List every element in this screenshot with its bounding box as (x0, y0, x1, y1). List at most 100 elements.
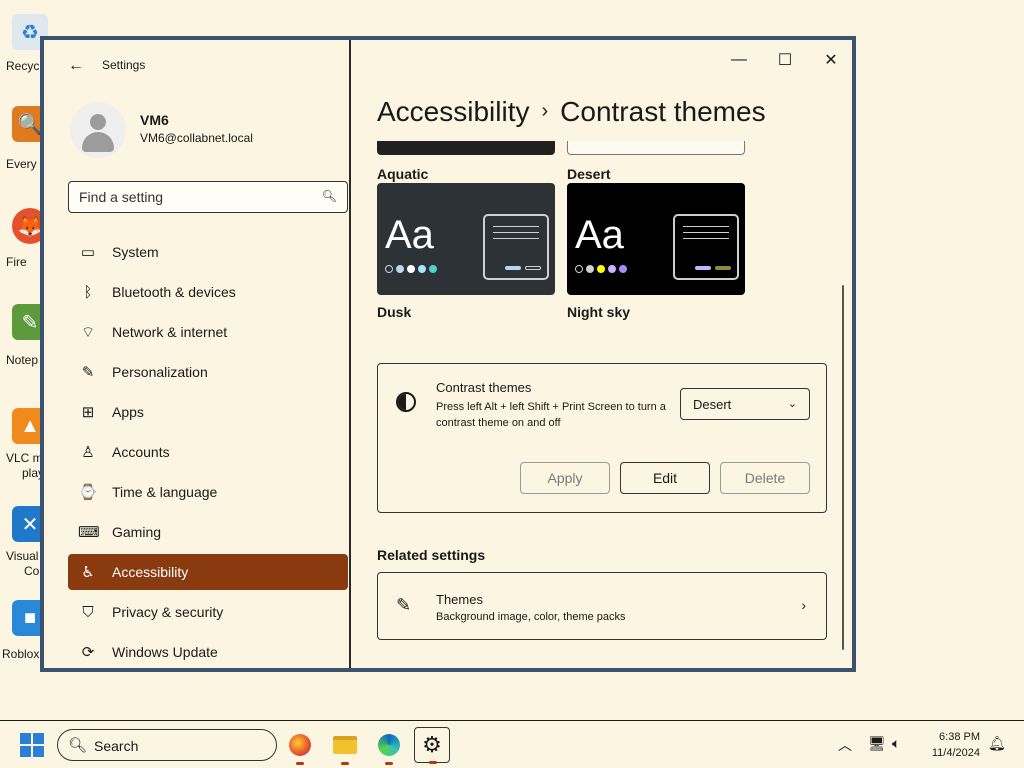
maximize-button[interactable]: ☐ (770, 48, 800, 72)
theme-preview-desert[interactable] (567, 141, 745, 155)
maximize-icon: ☐ (777, 52, 793, 69)
contrast-themes-title: Contrast themes (436, 380, 532, 395)
taskbar-settings[interactable]: ⚙ (414, 727, 450, 764)
theme-label-aquatic: Aquatic (377, 166, 429, 182)
theme-label-night-sky: Night sky (567, 304, 631, 320)
sidebar-item-label: Personalization (112, 364, 208, 380)
app-title: Settings (102, 58, 146, 72)
system-clock[interactable]: 6:38 PM 11/4/2024 (932, 729, 980, 761)
sidebar-item-apps[interactable]: ⊞ Apps (68, 394, 348, 430)
contrast-theme-selected: Desert (693, 397, 732, 412)
chevron-right-icon: › (541, 100, 549, 122)
shield-icon: ⛉ (82, 603, 94, 621)
sidebar-item-label: Privacy & security (112, 604, 224, 620)
sidebar-item-network[interactable]: ⌔ Network & internet (68, 314, 348, 350)
taskbar-firefox[interactable] (282, 727, 318, 765)
chevron-up-icon[interactable]: ︿ (838, 735, 852, 755)
theme-label-desert: Desert (567, 166, 611, 182)
sidebar-item-system[interactable]: ▭ System (68, 234, 348, 270)
related-themes-link[interactable]: ✎ Themes Background image, color, theme … (377, 572, 827, 640)
close-button[interactable]: ✕ (816, 48, 846, 72)
notification-bell-icon[interactable]: 🔔︎ (988, 735, 1006, 752)
contrast-themes-description: Press left Alt + left Shift + Print Scre… (436, 401, 666, 429)
network-icon[interactable]: 🖥︎ (868, 735, 886, 752)
update-icon: ⟳ (81, 644, 95, 661)
contrast-icon (396, 392, 416, 412)
taskbar-edge[interactable] (371, 727, 407, 765)
theme-window-preview (673, 214, 739, 280)
breadcrumb: Accessibility › Contrast themes (377, 96, 766, 128)
volume-icon[interactable]: 🔈︎ (892, 735, 900, 752)
sidebar-item-label: Gaming (112, 524, 162, 540)
sidebar-item-time-language[interactable]: ⌚ Time & language (68, 474, 348, 510)
sidebar-item-gaming[interactable]: ⌨ Gaming (68, 514, 348, 550)
sidebar-item-label: Bluetooth & devices (112, 284, 236, 300)
taskbar-search-label: Search (94, 738, 139, 754)
taskbar-search[interactable]: 🔍︎ Search (57, 729, 277, 761)
settings-search: 🔍︎ (68, 181, 348, 213)
sidebar-item-privacy-security[interactable]: ⛉ Privacy & security (68, 594, 348, 630)
taskbar-file-explorer[interactable] (327, 727, 363, 765)
theme-color-dots (385, 265, 437, 273)
theme-label-dusk: Dusk (377, 304, 412, 320)
breadcrumb-parent[interactable]: Accessibility (377, 96, 529, 127)
taskbar: 🔍︎ Search ⚙ ︿ 🖥︎ 🔈︎ 6:38 PM 11/4/2024 🔔︎ (0, 720, 1024, 768)
delete-button[interactable]: Delete (720, 462, 810, 494)
sidebar-item-personalization[interactable]: ✎ Personalization (68, 354, 348, 390)
edge-icon (378, 734, 400, 756)
user-email: VM6@collabnet.local (140, 131, 253, 145)
wifi-icon: ⌔ (80, 323, 96, 341)
theme-preview-sample-text: Aa (385, 213, 434, 257)
bluetooth-icon: ᛒ (83, 283, 93, 301)
back-button[interactable]: ← (64, 54, 88, 78)
arrow-left-icon: ← (68, 57, 84, 74)
time-language-icon: ⌚ (78, 484, 98, 501)
start-button[interactable] (20, 733, 44, 757)
scrollbar[interactable] (842, 285, 844, 650)
search-input[interactable] (79, 189, 309, 205)
contrast-theme-select[interactable]: Desert ⌄ (680, 388, 810, 420)
sidebar-nav: ▭ System ᛒ Bluetooth & devices ⌔ Network & … (68, 234, 348, 668)
related-item-subtitle: Background image, color, theme packs (436, 611, 626, 623)
sidebar-item-accounts[interactable]: ♙ Accounts (68, 434, 348, 470)
desktop-icon-label: Notep (6, 353, 39, 367)
minimize-button[interactable]: — (724, 48, 754, 72)
theme-preview-aquatic[interactable] (377, 141, 555, 155)
sidebar: ← Settings VM6 VM6@collabnet.local 🔍︎ ▭ S… (44, 40, 350, 668)
close-icon: ✕ (824, 52, 838, 69)
theme-preview-sample-text: Aa (575, 213, 624, 257)
brush-icon: ✎ (396, 595, 412, 615)
pane-divider (349, 40, 351, 668)
theme-preview-dusk[interactable]: Aa (377, 183, 555, 295)
related-item-title: Themes (436, 592, 483, 607)
theme-preview-night-sky[interactable]: Aa (567, 183, 745, 295)
apply-button[interactable]: Apply (520, 462, 610, 494)
edit-button[interactable]: Edit (620, 462, 710, 494)
sidebar-item-windows-update[interactable]: ⟳ Windows Update (68, 634, 348, 668)
avatar[interactable] (70, 102, 126, 158)
sidebar-item-accessibility[interactable]: ♿︎ Accessibility (68, 554, 348, 590)
search-icon[interactable]: 🔍︎ (322, 189, 337, 203)
sidebar-item-label: Accounts (112, 444, 170, 460)
user-name: VM6 (140, 112, 169, 128)
desktop-icon-label: Co (24, 564, 40, 578)
settings-window-content: ← Settings VM6 VM6@collabnet.local 🔍︎ ▭ S… (44, 40, 852, 668)
sidebar-item-label: Network & internet (112, 324, 228, 340)
sidebar-item-label: Time & language (112, 484, 218, 500)
accessibility-icon: ♿︎ (81, 564, 95, 581)
main-content: — ☐ ✕ Accessibility › Contrast themes Aqua… (352, 40, 852, 668)
related-settings-heading: Related settings (377, 547, 486, 563)
sidebar-item-label: Windows Update (112, 644, 218, 660)
folder-icon (333, 736, 357, 754)
monitor-icon: ▭ (80, 244, 96, 261)
desktop-icon-label: Fire (6, 255, 27, 269)
desktop-icon-label: Every (6, 157, 37, 171)
sidebar-item-label: System (112, 244, 159, 260)
chevron-down-icon: ⌄ (787, 398, 797, 410)
clock-time: 6:38 PM (939, 731, 980, 743)
sidebar-item-bluetooth[interactable]: ᛒ Bluetooth & devices (68, 274, 348, 310)
page-title: Contrast themes (560, 96, 766, 127)
desktop-icon-label: Recyc (6, 59, 40, 73)
sidebar-item-label: Apps (112, 404, 144, 420)
brush-icon: ✎ (81, 364, 95, 381)
